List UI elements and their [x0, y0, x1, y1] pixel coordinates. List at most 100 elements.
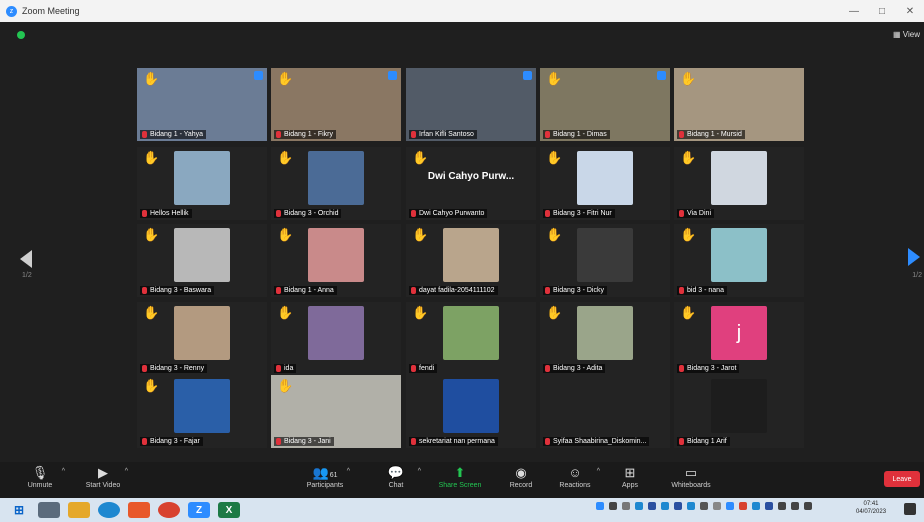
participant-tile[interactable]: ✋ Bidang 1 - Anna [271, 224, 401, 297]
participant-avatar [443, 379, 499, 433]
participant-tile[interactable]: Irfan Kifli Santoso [406, 68, 536, 141]
participant-tile[interactable]: Syifaa Shaabirina_Diskomin... [540, 375, 670, 448]
participant-name: sekretariat nan permana [419, 438, 495, 445]
muted-microphone-icon [679, 438, 684, 445]
participant-tile[interactable]: ✋ Bidang 3 - Jani [271, 375, 401, 448]
next-page-icon[interactable] [908, 248, 920, 266]
participant-tile[interactable]: ✋ ida [271, 302, 401, 375]
tray-icon[interactable] [622, 502, 630, 510]
participant-tile[interactable]: ✋ bid 3 - nana [674, 224, 804, 297]
participant-tile[interactable]: ✋ Bidang 1 - Mursid [674, 68, 804, 141]
tray-icon[interactable] [635, 502, 643, 510]
participant-name: Bidang 1 - Anna [284, 287, 334, 294]
participant-name-label: Hellos Hellik [140, 209, 192, 218]
participant-tile[interactable]: ✋ Bidang 3 - Orchid [271, 147, 401, 220]
participant-tile[interactable]: ✋ Bidang 1 - Fikry [271, 68, 401, 141]
notifications-icon[interactable] [904, 503, 916, 515]
volume-icon[interactable] [791, 502, 799, 510]
start-video-button[interactable]: ▶ Start Video ^ [68, 464, 138, 489]
muted-microphone-icon [142, 438, 147, 445]
participant-tile[interactable]: ✋ Bidang 3 - Dicky [540, 224, 670, 297]
participant-name-label: Bidang 3 - Renny [140, 364, 208, 373]
tray-icon[interactable] [752, 502, 760, 510]
participant-tile[interactable]: ✋ Bidang 3 - Renny [137, 302, 267, 375]
participants-label: Participants [306, 482, 344, 489]
chevron-up-icon[interactable]: ^ [62, 468, 65, 475]
windows-start-icon[interactable]: ⊞ [8, 502, 30, 518]
task-view-icon[interactable] [38, 502, 60, 518]
microphone-muted-icon: 🎙 [31, 465, 49, 480]
participant-tile[interactable]: ✋ fendi [406, 302, 536, 375]
participant-tile[interactable]: ✋ Hellos Hellik [137, 147, 267, 220]
participant-name-label: Bidang 3 - Orchid [274, 209, 342, 218]
system-tray [596, 502, 817, 510]
unmute-button[interactable]: 🎙 Unmute ^ [5, 464, 75, 489]
participant-tile[interactable]: ✋ Bidang 1 - Yahya [137, 68, 267, 141]
participant-tile[interactable]: sekretariat nan permana [406, 375, 536, 448]
wifi-icon[interactable] [778, 502, 786, 510]
share-screen-button[interactable]: ⬆ Share Screen [425, 464, 495, 489]
edge-browser-icon[interactable] [98, 502, 120, 518]
participant-tile[interactable]: ✋ Bidang 1 - Dimas [540, 68, 670, 141]
participant-tile[interactable]: ✋ Bidang 3 - Adita [540, 302, 670, 375]
participant-tile[interactable]: ✋ Via Dini [674, 147, 804, 220]
tray-icon[interactable] [739, 502, 747, 510]
participant-avatar [443, 228, 499, 282]
minimize-button[interactable]: — [840, 6, 868, 17]
maximize-button[interactable]: □ [868, 6, 896, 17]
tray-icon[interactable] [765, 502, 773, 510]
participant-tile[interactable]: Dwi Cahyo Purw... ✋ Dwi Cahyo Purwanto [406, 147, 536, 220]
participant-name-label: Dwi Cahyo Purwanto [409, 209, 488, 218]
tray-icon[interactable] [648, 502, 656, 510]
view-button[interactable]: ▦ View [893, 30, 920, 39]
chevron-up-icon[interactable]: ^ [125, 468, 128, 475]
tray-icon[interactable] [674, 502, 682, 510]
leave-button[interactable]: Leave [884, 471, 920, 487]
participant-tile[interactable]: ✋ Bidang 3 - Fitri Nur [540, 147, 670, 220]
participant-name: Bidang 1 - Dimas [553, 131, 607, 138]
file-explorer-icon[interactable] [68, 502, 90, 518]
muted-microphone-icon [411, 287, 416, 294]
tray-icon[interactable] [596, 502, 604, 510]
participant-tile[interactable]: j ✋ Bidang 3 - Jarot [674, 302, 804, 375]
participant-avatar [577, 151, 633, 205]
apps-button[interactable]: ⊞ Apps [595, 464, 665, 489]
clock[interactable]: 07:41 04/07/2023 [856, 500, 886, 516]
tile-options-icon[interactable] [388, 71, 397, 80]
raised-hand-icon: ✋ [546, 227, 563, 242]
apps-label: Apps [622, 482, 638, 489]
tray-icon[interactable] [687, 502, 695, 510]
participant-name-label: sekretariat nan permana [409, 437, 498, 446]
participant-tile[interactable]: ✋ Bidang 3 - Baswara [137, 224, 267, 297]
whiteboards-button[interactable]: ▭ Whiteboards [656, 464, 726, 489]
tile-options-icon[interactable] [523, 71, 532, 80]
previous-page-icon[interactable] [20, 250, 32, 268]
participant-tile[interactable]: ✋ Bidang 3 - Fajar [137, 375, 267, 448]
whiteboard-icon: ▭ [684, 465, 698, 480]
participant-tile[interactable]: Bidang 1 Arif [674, 375, 804, 448]
tray-icon[interactable] [713, 502, 721, 510]
participant-avatar: j [711, 306, 767, 360]
chrome-browser-icon[interactable] [158, 502, 180, 518]
raised-hand-icon: ✋ [143, 71, 160, 86]
tile-options-icon[interactable] [254, 71, 263, 80]
chevron-up-icon[interactable]: ^ [418, 468, 421, 475]
tray-icon[interactable] [726, 502, 734, 510]
chevron-up-icon[interactable]: ^ [347, 468, 350, 475]
zoom-app-icon[interactable]: Z [188, 502, 210, 518]
close-button[interactable]: ✕ [896, 6, 924, 17]
tile-options-icon[interactable] [657, 71, 666, 80]
security-shield-icon[interactable] [17, 31, 25, 39]
tray-icon[interactable] [700, 502, 708, 510]
excel-app-icon[interactable]: X [218, 502, 240, 518]
battery-icon[interactable] [804, 502, 812, 510]
participants-icon: 👥61 [312, 465, 338, 480]
participant-avatar [443, 306, 499, 360]
brave-browser-icon[interactable] [128, 502, 150, 518]
muted-microphone-icon [142, 210, 147, 217]
tray-icon[interactable] [661, 502, 669, 510]
chat-button[interactable]: 💬 Chat ^ [361, 464, 431, 489]
participants-button[interactable]: 👥61 Participants ^ [290, 464, 360, 489]
tray-icon[interactable] [609, 502, 617, 510]
participant-tile[interactable]: ✋ dayat fadila-2054111102 [406, 224, 536, 297]
